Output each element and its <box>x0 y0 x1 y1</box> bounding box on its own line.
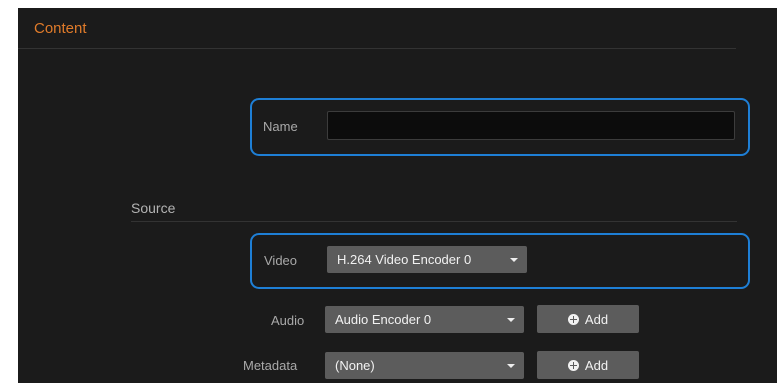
video-label: Video <box>264 253 298 268</box>
caret-down-icon <box>510 258 518 262</box>
add-metadata-button-label: Add <box>584 357 609 373</box>
add-audio-button-label: Add <box>584 311 609 327</box>
metadata-source-value: (None) <box>335 358 375 373</box>
audio-source-value: Audio Encoder 0 <box>335 312 432 327</box>
section-divider <box>18 48 736 49</box>
caret-down-icon <box>507 318 515 322</box>
video-source-dropdown[interactable]: H.264 Video Encoder 0 <box>327 246 527 273</box>
section-title-content: Content <box>34 20 87 37</box>
add-audio-button[interactable]: Add <box>537 305 639 333</box>
plus-circle-icon <box>567 359 579 371</box>
content-panel: Content Name Source Video H.264 Video En… <box>18 8 777 383</box>
metadata-source-dropdown[interactable]: (None) <box>325 352 524 379</box>
audio-source-dropdown[interactable]: Audio Encoder 0 <box>325 306 524 333</box>
source-divider <box>131 221 737 222</box>
video-source-value: H.264 Video Encoder 0 <box>337 252 472 267</box>
name-label: Name <box>263 119 298 134</box>
name-input[interactable] <box>327 111 735 140</box>
plus-circle-icon <box>567 313 579 325</box>
add-metadata-button[interactable]: Add <box>537 351 639 379</box>
section-title-source: Source <box>131 200 176 216</box>
caret-down-icon <box>507 364 515 368</box>
metadata-label: Metadata <box>243 358 298 373</box>
audio-label: Audio <box>271 313 305 328</box>
